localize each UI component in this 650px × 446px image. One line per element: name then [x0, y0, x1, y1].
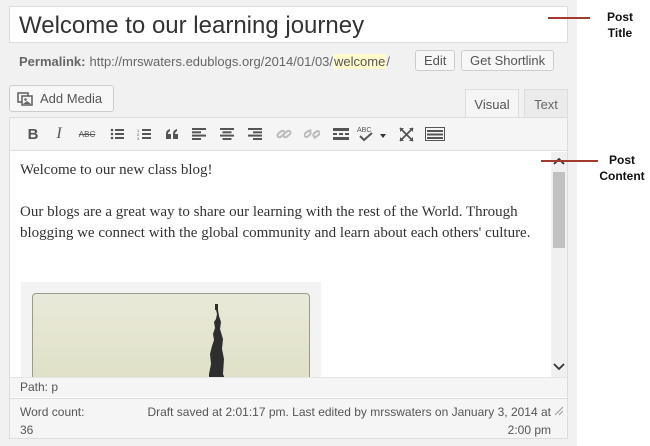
content-annotation-line	[541, 160, 598, 162]
permalink-slug[interactable]: welcome	[333, 53, 387, 69]
read-more-icon[interactable]	[330, 124, 352, 144]
draft-status: Draft saved at 2:01:17 pm. Last edited b…	[147, 405, 551, 419]
unlink-icon[interactable]	[301, 124, 323, 144]
tab-visual-label: Visual	[474, 96, 510, 112]
spellcheck-icon[interactable]: ABC	[356, 124, 388, 144]
post-content-annotation: Post Content	[593, 152, 650, 184]
tab-text-label: Text	[534, 96, 558, 112]
post-content-area[interactable]: Welcome to our new class blog! Our blogs…	[10, 152, 551, 377]
media-icon	[17, 91, 35, 107]
tab-text[interactable]: Text	[524, 89, 568, 118]
align-right-icon[interactable]	[244, 124, 266, 144]
permalink-base-url: http://mrswaters.edublogs.org/2014/01/03…	[89, 53, 334, 69]
content-image[interactable]	[21, 282, 321, 377]
word-count-label: Word count:	[20, 405, 85, 419]
add-media-button[interactable]: Add Media	[9, 85, 114, 112]
title-annotation-line	[548, 17, 590, 19]
align-center-icon[interactable]	[216, 124, 238, 144]
content-scrollbar[interactable]	[551, 152, 567, 377]
tab-visual[interactable]: Visual	[465, 89, 519, 118]
annotation-text: Post	[608, 153, 635, 167]
strikethrough-icon[interactable]: ABC	[76, 124, 98, 144]
svg-text:ABC: ABC	[357, 127, 371, 134]
post-editor: Welcome to our learning journey Permalin…	[0, 0, 577, 446]
content-paragraph: Our blogs are a great way to share our l…	[20, 204, 531, 241]
annotation-text: Title	[607, 26, 633, 40]
content-paragraph: Welcome to our new class blog!	[20, 162, 213, 178]
annotation-text: Post	[606, 10, 633, 24]
statue-of-liberty-photo	[32, 293, 310, 377]
editor-toolbar: B I ABC 123 ABC	[10, 118, 567, 151]
draft-status-time: 2:00 pm	[507, 423, 551, 437]
scrollbar-thumb[interactable]	[553, 172, 565, 248]
svg-text:3: 3	[137, 136, 140, 140]
bold-icon[interactable]: B	[22, 124, 44, 144]
numbered-list-icon[interactable]: 123	[133, 124, 155, 144]
resize-handle-icon[interactable]	[554, 405, 564, 416]
bullet-list-icon[interactable]	[106, 124, 128, 144]
editor-status-bar: Word count: 36 Draft saved at 2:01:17 pm…	[10, 398, 567, 438]
kitchen-sink-icon[interactable]	[423, 124, 447, 144]
post-title-annotation: Post Title	[595, 9, 645, 41]
italic-icon[interactable]: I	[48, 124, 70, 144]
add-media-label: Add Media	[40, 91, 103, 106]
word-count-value: 36	[20, 423, 34, 437]
permalink-end: /	[386, 53, 390, 69]
post-title-field[interactable]: Welcome to our learning journey	[9, 6, 568, 43]
blockquote-icon[interactable]	[161, 124, 183, 144]
link-icon[interactable]	[273, 124, 295, 144]
edit-permalink-button[interactable]: Edit	[415, 50, 456, 71]
editor-frame: B I ABC 123 ABC Welcome to our new class…	[9, 117, 568, 439]
get-shortlink-button[interactable]: Get Shortlink	[461, 50, 555, 71]
scroll-down-icon[interactable]	[552, 360, 566, 374]
element-path: Path: p	[10, 377, 567, 397]
permalink-label: Permalink:	[19, 53, 86, 69]
post-title-text: Welcome to our learning journey	[19, 12, 365, 39]
annotation-text: Content	[599, 169, 645, 183]
align-left-icon[interactable]	[188, 124, 210, 144]
permalink-row: Permalink: http://mrswaters.edublogs.org…	[19, 50, 390, 72]
fullscreen-icon[interactable]	[395, 124, 417, 144]
